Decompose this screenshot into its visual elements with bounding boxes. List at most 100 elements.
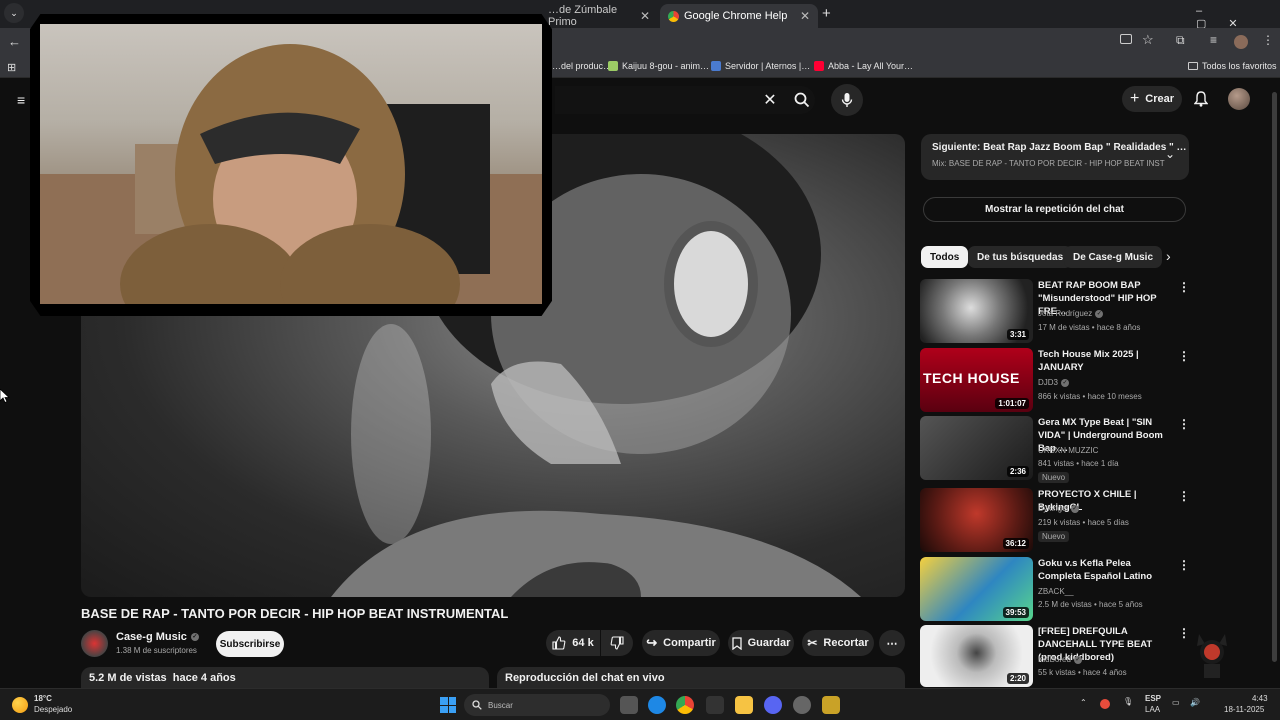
chevron-right-icon[interactable]: › bbox=[1166, 248, 1171, 264]
profile-avatar[interactable] bbox=[1234, 35, 1248, 49]
volume-icon[interactable]: 🔊 bbox=[1190, 698, 1200, 707]
upload-age: hace 4 años bbox=[172, 672, 236, 684]
chip-from-searches[interactable]: De tus búsquedas bbox=[968, 246, 1073, 268]
keyboard-layout[interactable]: LAA bbox=[1145, 705, 1160, 714]
video-thumbnail[interactable]: 3:31 bbox=[920, 279, 1033, 343]
share-button[interactable]: ↪ Compartir bbox=[642, 630, 720, 656]
up-next-box[interactable]: Siguiente: Beat Rap Jazz Boom Bap " Real… bbox=[921, 134, 1189, 180]
more-actions-button[interactable]: ⋯ bbox=[879, 630, 905, 656]
more-options-icon[interactable]: ⋮ bbox=[1178, 559, 1190, 571]
network-icon[interactable]: ▭ bbox=[1172, 698, 1180, 707]
rec-channel[interactable]: URBXN MUZZIC bbox=[1038, 446, 1098, 455]
chip-from-channel[interactable]: De Case-g Music bbox=[1064, 246, 1163, 268]
description-box[interactable]: 5.2 M de vistas hace 4 años bbox=[81, 667, 489, 688]
search-icon[interactable] bbox=[786, 84, 818, 116]
task-view-icon[interactable] bbox=[620, 696, 638, 714]
file-explorer-icon[interactable] bbox=[735, 696, 753, 714]
rec-channel-name: DJD3 bbox=[1038, 378, 1059, 387]
close-icon[interactable]: ✕ bbox=[800, 9, 810, 23]
windows-start-icon[interactable] bbox=[440, 697, 456, 713]
rec-title[interactable]: Goku v.s Kefla Pelea Completa Español La… bbox=[1038, 557, 1174, 583]
video-thumbnail[interactable]: 39:53 bbox=[920, 557, 1033, 621]
steam-icon[interactable] bbox=[793, 696, 811, 714]
app-icon[interactable] bbox=[822, 696, 840, 714]
cast-icon[interactable] bbox=[1120, 34, 1132, 44]
folder-icon bbox=[1188, 62, 1198, 70]
clip-button[interactable]: ✂ Recortar bbox=[802, 630, 874, 656]
list-item[interactable]: TECH HOUSE 1:01:07 Tech House Mix 2025 |… bbox=[920, 348, 1190, 412]
notifications-bell-icon[interactable] bbox=[1185, 83, 1217, 115]
channel-avatar[interactable] bbox=[81, 630, 108, 657]
rec-title[interactable]: Tech House Mix 2025 | JANUARY bbox=[1038, 348, 1174, 374]
rec-channel-name: Bykingcl bbox=[1038, 504, 1068, 513]
windows-taskbar: 18°C Despejado Buscar ⌃ 🎙 ESP LAA ▭ 🔊 4:… bbox=[0, 688, 1280, 720]
tab-zumbale[interactable]: …de Zúmbale Primo ✕ bbox=[540, 4, 658, 28]
list-item[interactable]: 39:53 Goku v.s Kefla Pelea Completa Espa… bbox=[920, 557, 1190, 621]
chevron-up-icon[interactable]: ⌃ bbox=[1080, 698, 1087, 707]
bookmark-item[interactable]: Abba - Lay All Your… bbox=[814, 61, 913, 71]
more-options-icon[interactable]: ⋮ bbox=[1178, 350, 1190, 362]
microphone-tray-icon[interactable]: 🎙 bbox=[1123, 697, 1133, 706]
all-bookmarks[interactable]: Todos los favoritos bbox=[1188, 61, 1277, 71]
user-avatar[interactable] bbox=[1228, 88, 1250, 110]
show-chat-replay-button[interactable]: Mostrar la repetición del chat bbox=[923, 197, 1186, 222]
page-scrollbar[interactable] bbox=[1272, 92, 1277, 662]
rec-channel[interactable]: Bykingcl ✓ bbox=[1038, 504, 1079, 513]
back-icon[interactable]: ← bbox=[8, 34, 21, 49]
edge-icon[interactable] bbox=[648, 696, 666, 714]
close-icon[interactable]: ✕ bbox=[640, 9, 650, 23]
rec-channel[interactable]: Jota Rodríguez ✓ bbox=[1038, 309, 1104, 318]
extensions-icon[interactable]: ⧉ bbox=[1176, 33, 1185, 48]
chrome-icon[interactable] bbox=[676, 696, 694, 714]
clock-time[interactable]: 4:43 bbox=[1252, 694, 1268, 703]
more-options-icon[interactable]: ⋮ bbox=[1178, 281, 1190, 293]
video-thumbnail[interactable]: 2:20 bbox=[920, 625, 1033, 687]
channel-name[interactable]: Case-g Music ✓ bbox=[116, 631, 199, 643]
rec-channel[interactable]: ZBACK__ bbox=[1038, 587, 1074, 596]
chevron-down-icon[interactable]: ⌄ bbox=[1165, 147, 1175, 161]
webcam-overlay bbox=[30, 14, 552, 316]
star-icon[interactable]: ☆ bbox=[1142, 32, 1154, 48]
list-item[interactable]: 3:31 BEAT RAP BOOM BAP "Misunderstood" H… bbox=[920, 279, 1190, 343]
save-button[interactable]: Guardar bbox=[728, 630, 794, 656]
bookmark-item[interactable]: …del produc… bbox=[552, 61, 612, 71]
list-item[interactable]: 2:36 Gera MX Type Beat | "SIN VIDA" | Un… bbox=[920, 416, 1190, 483]
like-button[interactable]: 64 k bbox=[546, 630, 600, 656]
clear-search-icon[interactable]: ✕ bbox=[754, 84, 786, 116]
tray-app-icon[interactable] bbox=[1100, 699, 1110, 709]
clock-date[interactable]: 18-11-2025 bbox=[1224, 705, 1264, 714]
taskbar-search-input[interactable]: Buscar bbox=[464, 694, 610, 716]
weather-temp[interactable]: 18°C bbox=[34, 694, 52, 703]
rec-channel[interactable]: KidBored ✓ bbox=[1038, 655, 1082, 664]
more-options-icon[interactable]: ⋮ bbox=[1178, 418, 1190, 430]
menu-icon[interactable]: ⋮ bbox=[1262, 33, 1274, 47]
video-thumbnail[interactable]: TECH HOUSE 1:01:07 bbox=[920, 348, 1033, 412]
weather-desc[interactable]: Despejado bbox=[34, 705, 72, 714]
list-item[interactable]: 36:12 PROYECTO X CHILE | BykingCL Byking… bbox=[920, 488, 1190, 552]
tab-search-icon[interactable]: ⌄ bbox=[4, 3, 24, 23]
new-tab-button[interactable]: + bbox=[822, 5, 831, 22]
apps-icon[interactable]: ⊞ bbox=[7, 61, 16, 74]
weather-icon[interactable] bbox=[12, 697, 28, 713]
more-options-icon[interactable]: ⋮ bbox=[1178, 627, 1190, 639]
hamburger-menu-icon[interactable]: ≡ bbox=[17, 92, 25, 108]
tab-chrome-help[interactable]: Google Chrome Help ✕ bbox=[660, 4, 818, 28]
rec-channel[interactable]: DJD3 ✓ bbox=[1038, 378, 1070, 387]
more-options-icon[interactable]: ⋮ bbox=[1178, 490, 1190, 502]
list-item[interactable]: 2:20 [FREE] DREFQUILA DANCEHALL TYPE BEA… bbox=[920, 625, 1190, 687]
bookmark-item[interactable]: Servidor | Aternos |… bbox=[711, 61, 810, 71]
discord-icon[interactable] bbox=[764, 696, 782, 714]
epic-games-icon[interactable] bbox=[706, 696, 724, 714]
create-button[interactable]: + Crear bbox=[1122, 86, 1182, 112]
chip-all[interactable]: Todos bbox=[921, 246, 969, 268]
reading-list-icon[interactable]: ≡ bbox=[1210, 33, 1217, 47]
video-thumbnail[interactable]: 36:12 bbox=[920, 488, 1033, 552]
microphone-icon[interactable] bbox=[831, 84, 863, 116]
dislike-button[interactable] bbox=[601, 630, 633, 656]
video-thumbnail[interactable]: 2:36 bbox=[920, 416, 1033, 480]
up-next-video: Beat Rap Jazz Boom Bap " Realidades " … bbox=[983, 142, 1187, 153]
window-controls[interactable]: –▢✕ bbox=[1196, 5, 1280, 30]
language-indicator[interactable]: ESP bbox=[1145, 694, 1161, 703]
subscribe-button[interactable]: Subscribirse bbox=[216, 631, 284, 657]
bookmark-item[interactable]: Kaijuu 8-gou - anim… bbox=[608, 61, 709, 71]
